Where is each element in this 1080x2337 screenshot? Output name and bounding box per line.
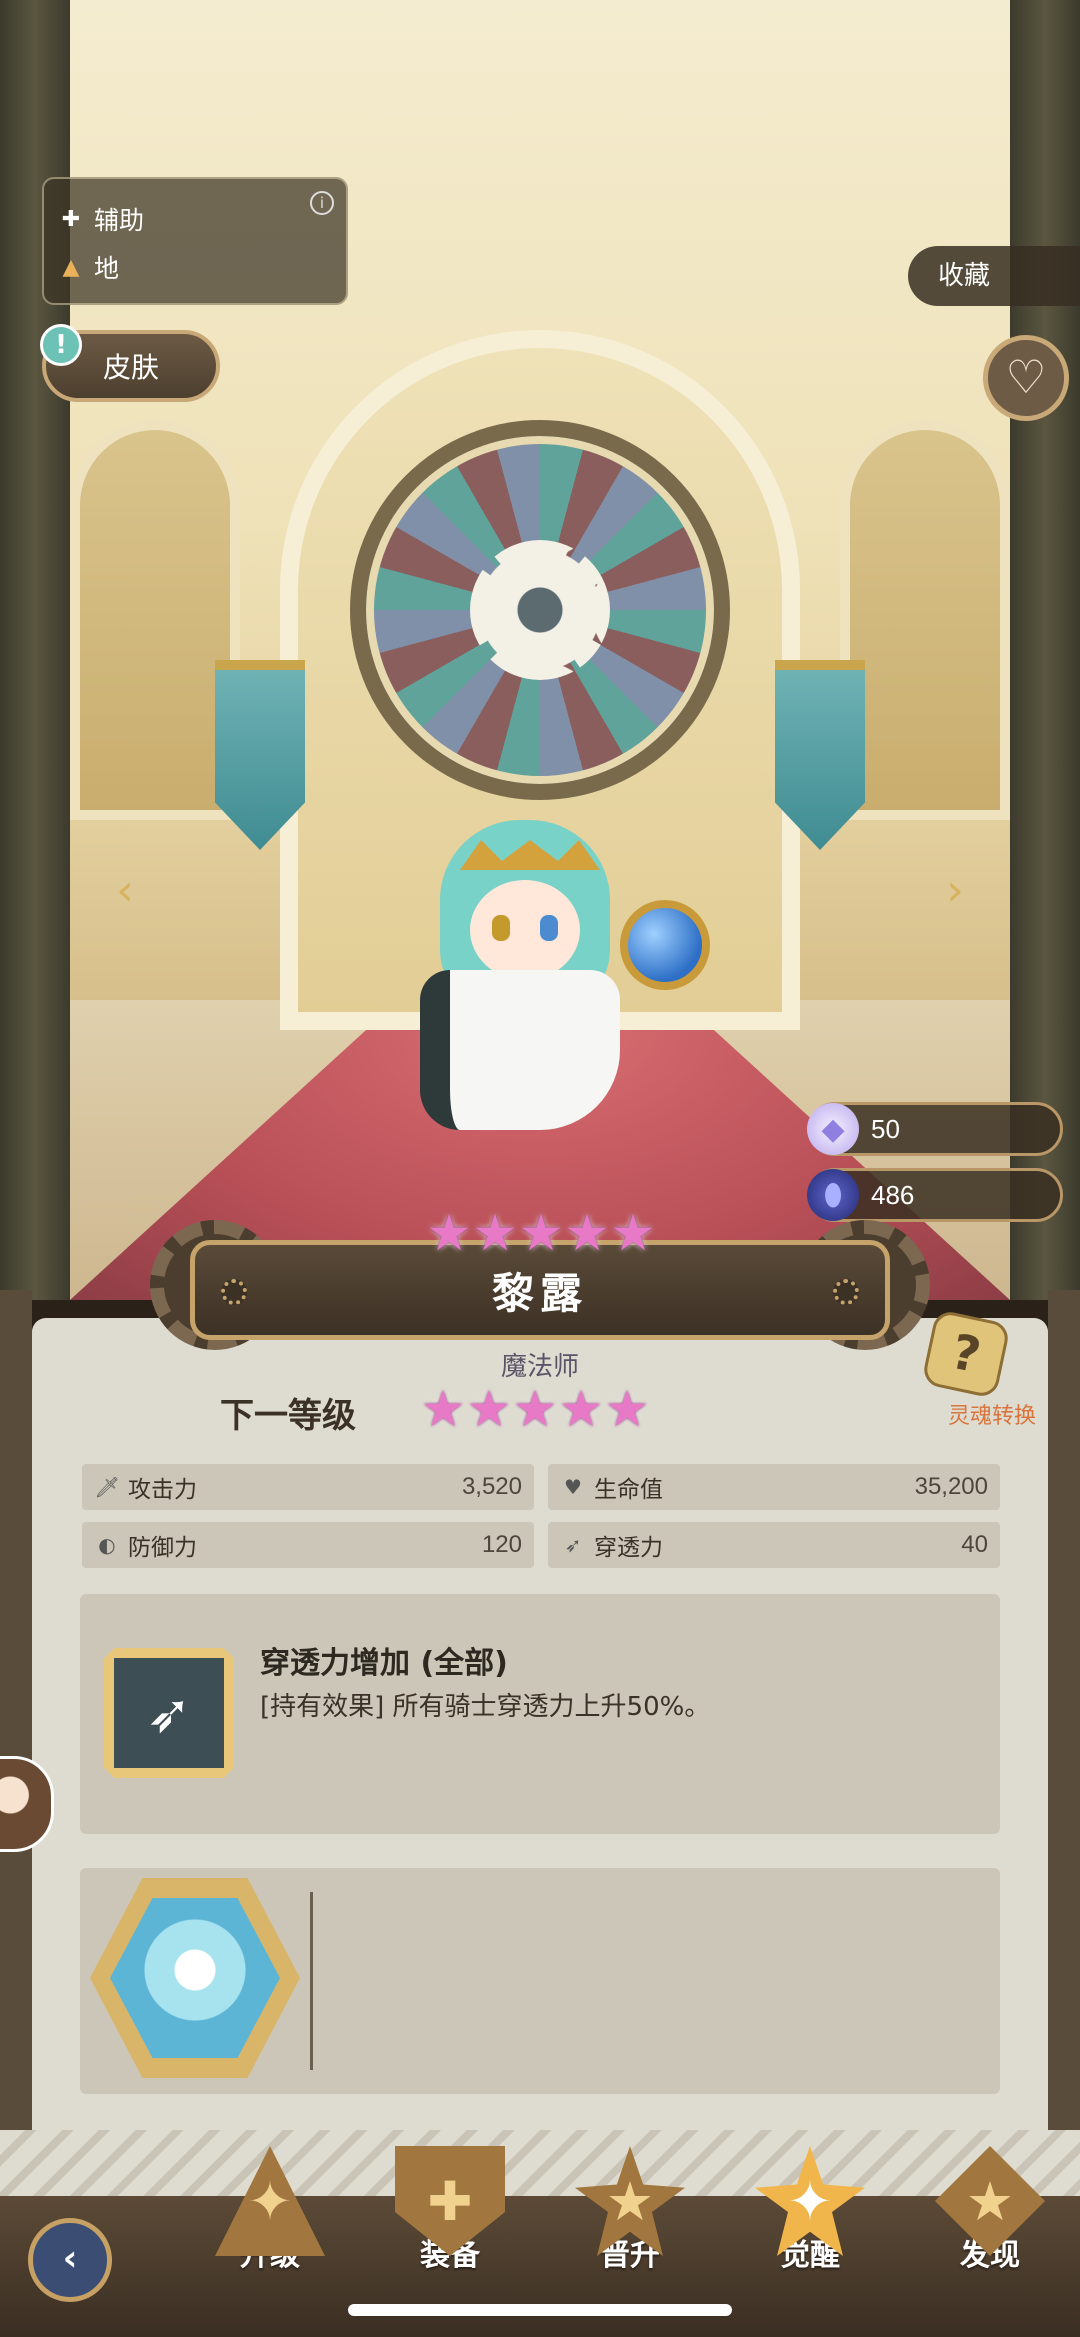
alert-icon: ! [40, 324, 82, 366]
star-icon: ★ [518, 1204, 564, 1262]
hero-info-panel: ✚ 辅助 ▲ 地 i [42, 177, 348, 305]
divider [310, 1892, 313, 2070]
soul-convert-icon: ? [920, 1308, 1012, 1400]
soul-convert-button[interactable]: ? 灵魂转换 [920, 1308, 1048, 1429]
star-icon: ★ [604, 1380, 650, 1438]
character-body [420, 970, 620, 1130]
soulstone-value: 486 [871, 1179, 915, 1210]
stat-value: 3,520 [461, 1473, 522, 1500]
star-icon: ★ [466, 1380, 512, 1438]
skill-description: [持有效果] 所有骑士穿透力上升50%。 [260, 1692, 711, 1722]
attribute-label: 地 [94, 254, 120, 283]
star-icon: ★ [420, 1380, 466, 1438]
hero-portrait-image [110, 1898, 280, 2058]
upgrade-icon: ✦ [215, 2146, 325, 2256]
earth-element-icon: ▲ [62, 254, 80, 280]
character-eye-right [540, 915, 558, 941]
stat-label: 攻击力 [128, 1477, 197, 1503]
collect-button[interactable]: 收藏 [908, 246, 1080, 306]
heart-icon: ♥ [564, 1475, 582, 1499]
support-cross-icon: ✚ [61, 206, 81, 232]
hero-name: 黎露 [491, 1268, 588, 1318]
stat-value: 35,200 [914, 1473, 988, 1500]
back-arrow-icon[interactable]: ‹ [28, 2218, 112, 2302]
panel-border-right [1048, 1290, 1080, 2240]
nav-promote-button[interactable]: ★ 晋升 [560, 2146, 700, 2296]
stat-defense: ◐ 防御力 120 [82, 1522, 534, 1568]
stat-value: 40 [961, 1531, 988, 1558]
next-level-star-rating: ★ ★ ★ ★ ★ [420, 1384, 650, 1434]
info-icon[interactable]: i [310, 191, 334, 215]
collect-label: 收藏 [938, 261, 991, 291]
crystal-value: 50 [871, 1113, 900, 1144]
banner-gear-icon-right [833, 1279, 859, 1305]
soul-convert-label: 灵魂转换 [948, 1404, 1037, 1429]
star-icon: ★ [558, 1380, 604, 1438]
hero-class: 魔法师 [500, 1352, 579, 1382]
hero-portrait[interactable] [90, 1878, 300, 2078]
portrait-card [80, 1868, 1000, 2094]
character-face [470, 880, 580, 980]
star-icon: ★ [610, 1204, 656, 1262]
nav-discover-button[interactable]: ★ 发现 [920, 2146, 1060, 2296]
home-indicator[interactable] [348, 2304, 732, 2316]
stat-label: 防御力 [128, 1535, 197, 1561]
heart-icon[interactable]: ♡ [983, 335, 1069, 421]
sword-icon: 🗡 [94, 1475, 120, 1499]
soulstone-icon: ⬮ [807, 1169, 859, 1221]
crystal-currency[interactable]: ◆ 50 [807, 1102, 1063, 1156]
bow-icon: ➶ [564, 1533, 582, 1557]
nav-label: 觉醒 [780, 2238, 840, 2273]
role-label: 辅助 [94, 206, 145, 235]
stat-label: 生命值 [594, 1477, 663, 1503]
star-icon: ★ [564, 1204, 610, 1262]
soulstone-currency[interactable]: ⬮ 486 [807, 1168, 1063, 1222]
side-arch-left [70, 420, 240, 820]
shield-icon: ◐ [98, 1533, 116, 1557]
nav-equip-button[interactable]: ✚ 装备 [380, 2146, 520, 2296]
crystal-icon: ◆ [807, 1103, 859, 1155]
nav-upgrade-button[interactable]: ✦ 升级 [200, 2146, 340, 2296]
skill-card[interactable]: ➶ 穿透力增加 (全部) [持有效果] 所有骑士穿透力上升50%。 [80, 1594, 1000, 1834]
stat-label: 穿透力 [594, 1535, 663, 1561]
role-row: ✚ 辅助 [58, 201, 144, 237]
current-star-rating: ★ ★ ★ ★ ★ [426, 1208, 656, 1258]
stat-value: 120 [481, 1531, 522, 1558]
star-icon: ★ [426, 1204, 472, 1262]
character-orb [620, 900, 710, 990]
stat-penetration: ➶ 穿透力 40 [548, 1522, 1000, 1568]
banner-gear-icon-left [221, 1279, 247, 1305]
stat-attack: 🗡 攻击力 3,520 [82, 1464, 534, 1510]
next-hero-arrow-icon[interactable]: › [930, 866, 980, 916]
gear-emblem [470, 540, 610, 680]
star-icon: ★ [512, 1380, 558, 1438]
attribute-row: ▲ 地 [58, 249, 119, 285]
bow-icon: ➶ [114, 1658, 224, 1768]
hero-character[interactable] [380, 800, 740, 1160]
skin-button-label: 皮肤 [102, 351, 159, 384]
nav-label: 晋升 [600, 2238, 660, 2273]
skill-icon-frame: ➶ [104, 1648, 234, 1778]
next-level-label: 下一等级 [220, 1396, 356, 1436]
bottom-stripe [0, 2130, 1080, 2196]
prev-hero-arrow-icon[interactable]: ‹ [100, 866, 150, 916]
character-eye-left [492, 915, 510, 941]
stat-hp: ♥ 生命值 35,200 [548, 1464, 1000, 1510]
star-icon: ★ [472, 1204, 518, 1262]
side-arch-right [840, 420, 1010, 820]
skill-title: 穿透力增加 (全部) [260, 1646, 508, 1681]
character-crown [460, 840, 600, 870]
nav-awaken-button[interactable]: ✦ 觉醒 [740, 2146, 880, 2296]
